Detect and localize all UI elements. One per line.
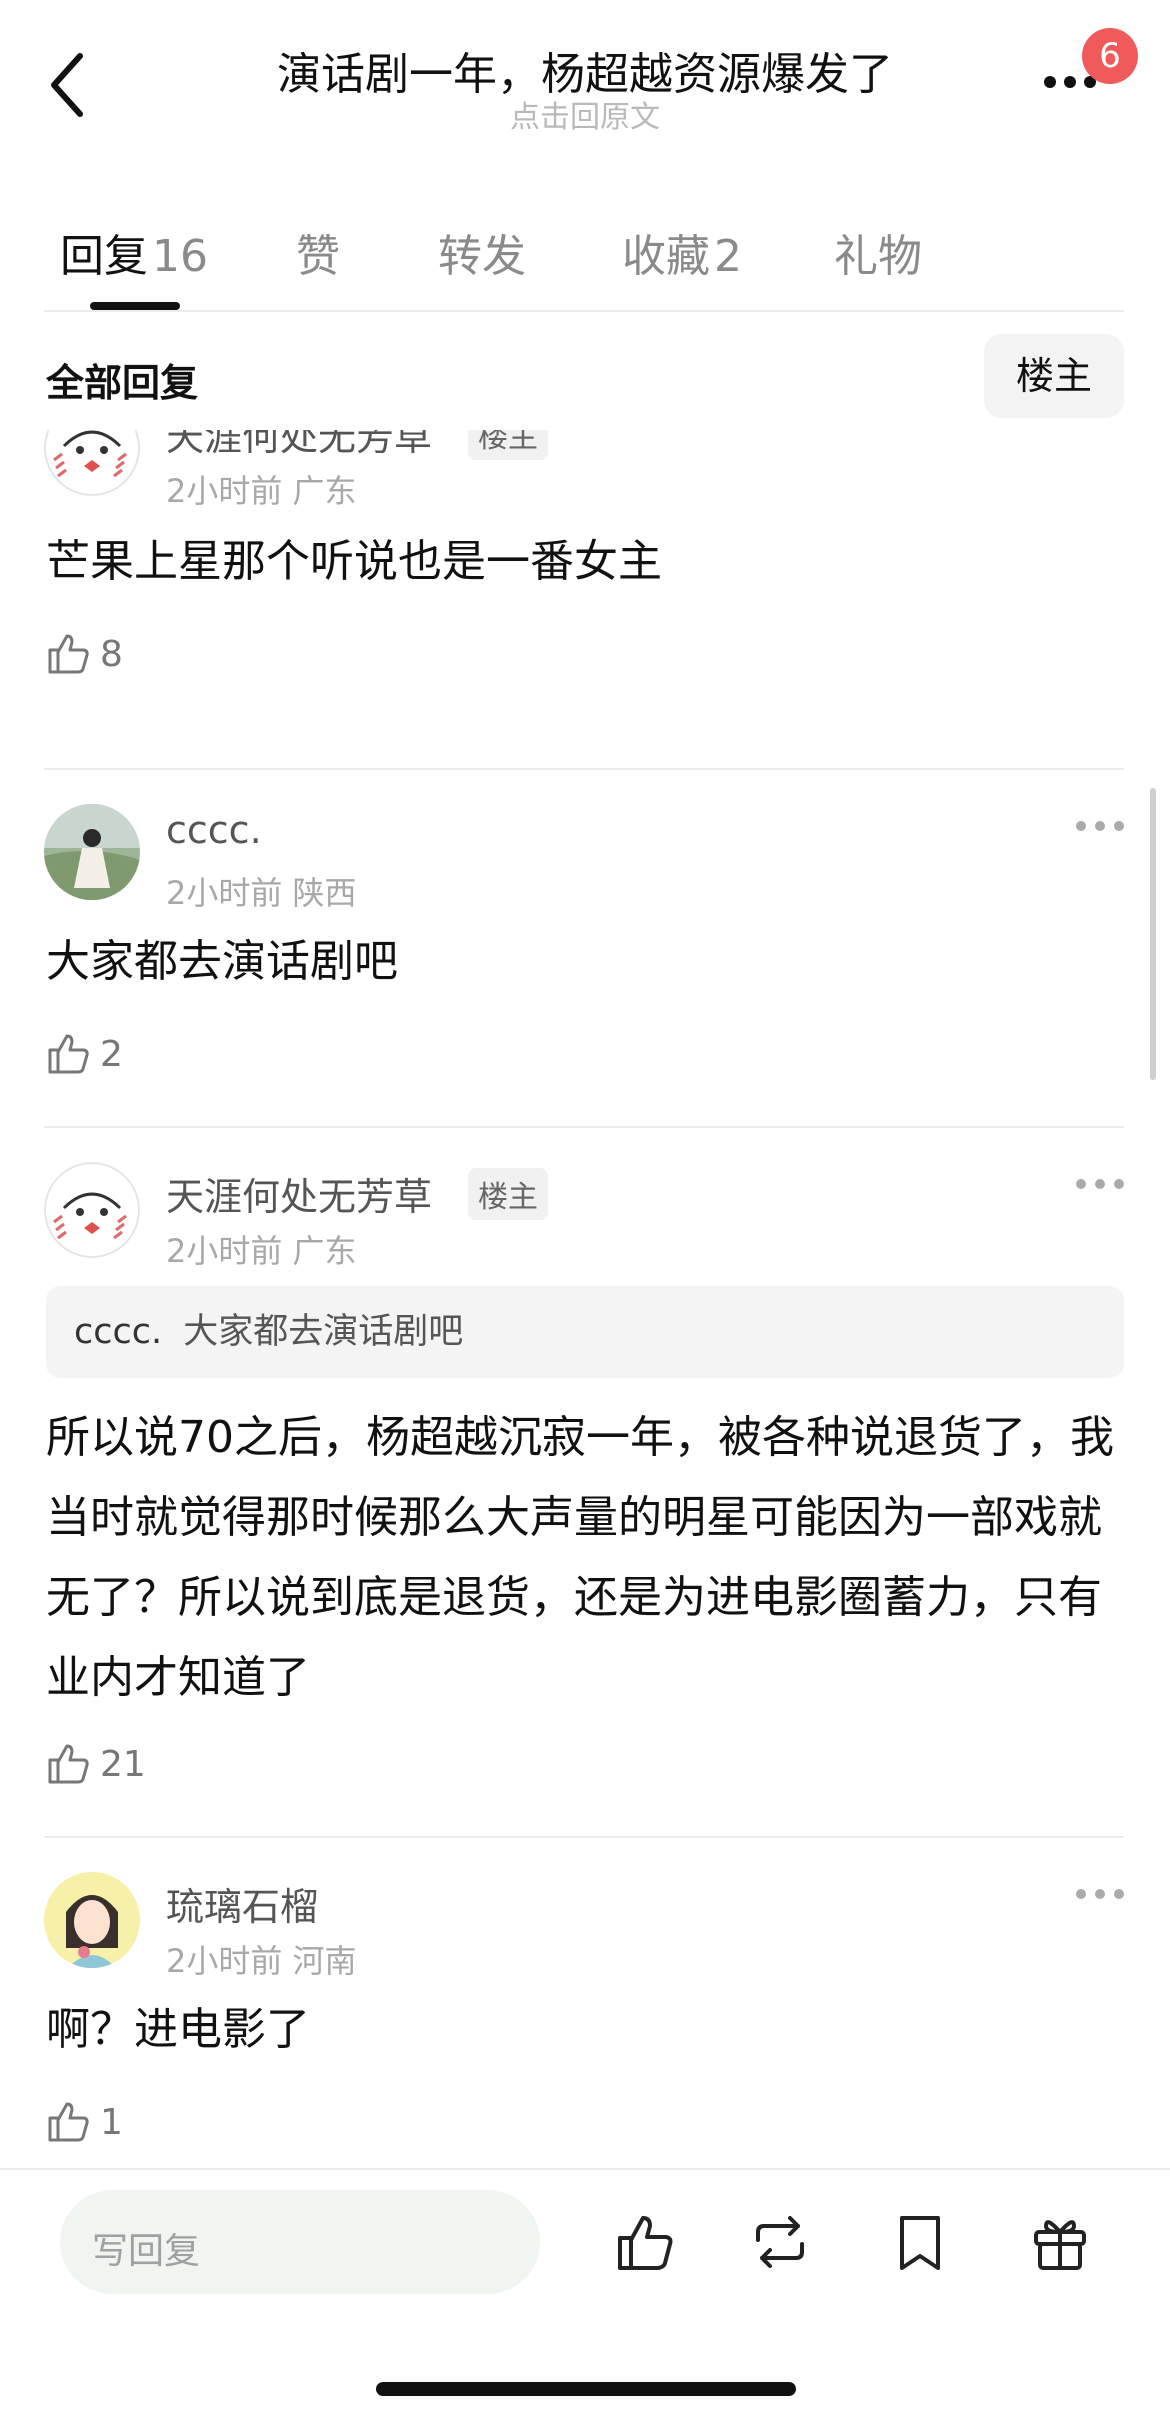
notification-badge: 6	[1082, 28, 1138, 84]
avatar[interactable]	[44, 804, 140, 900]
divider	[0, 2168, 1170, 2170]
comment-more-icon[interactable]	[1076, 1886, 1124, 1902]
reply-placeholder: 写回复	[92, 2231, 201, 2272]
comment-text: 所以说70之后，杨超越沉寂一年，被各种说退货了，我当时就觉得那时候那么大声量的明…	[46, 1412, 1114, 1703]
tab-favorites[interactable]: 收藏2	[622, 220, 742, 284]
comment-time: 2小时前	[166, 874, 283, 912]
owner-tag: 楼主	[468, 430, 548, 460]
owner-only-button[interactable]: 楼主	[984, 334, 1124, 418]
like-count: 1	[100, 2102, 123, 2143]
like-count: 2	[100, 1034, 123, 1075]
repost-icon[interactable]	[748, 2210, 812, 2274]
comment-location: 广东	[292, 472, 357, 510]
tab-replies[interactable]: 回复16	[60, 220, 208, 284]
tab-label: 收藏	[622, 231, 710, 282]
tab-reposts[interactable]: 转发	[438, 220, 526, 284]
like-icon	[48, 1744, 89, 1784]
comment-item: 天涯何处无芳草 楼主 2小时前 广东 芒果上星那个听说也是一番女主 8	[0, 430, 1170, 770]
comment-time: 2小时前	[166, 1232, 283, 1270]
like-button[interactable]: 2	[46, 1030, 123, 1090]
comment-location: 河南	[292, 1942, 357, 1980]
comment-item: 琉璃石榴 2小时前 河南 啊？进电影了 1	[0, 1838, 1170, 2165]
comment-meta: 2小时前 陕西	[166, 868, 357, 914]
comment-more-icon[interactable]	[1076, 818, 1124, 834]
like-icon	[48, 1034, 89, 1074]
comment-time: 2小时前	[166, 1942, 283, 1980]
divider	[44, 310, 1124, 312]
all-replies-heading: 全部回复	[46, 361, 199, 405]
username[interactable]: 天涯何处无芳草	[166, 1166, 432, 1221]
back-to-original-link[interactable]: 点击回原文	[0, 92, 1170, 136]
tab-gifts[interactable]: 礼物	[834, 220, 922, 284]
avatar[interactable]	[44, 1162, 140, 1258]
gift-icon[interactable]	[1028, 2210, 1092, 2274]
username[interactable]: 天涯何处无芳草	[166, 430, 432, 461]
like-icon[interactable]	[614, 2210, 678, 2274]
like-icon	[48, 2102, 89, 2142]
comment-text: 啊？进电影了	[46, 2004, 310, 2055]
tab-label: 转发	[438, 231, 526, 282]
avatar[interactable]	[44, 1872, 140, 1968]
comment-location: 陕西	[292, 874, 357, 912]
scrollbar[interactable]	[1150, 788, 1156, 1080]
home-indicator	[376, 2382, 796, 2396]
tab-label: 赞	[296, 231, 340, 282]
like-button[interactable]: 21	[46, 1740, 146, 1800]
cartoon-avatar-icon	[44, 430, 140, 496]
tab-bar: 回复16 赞 转发 收藏2 礼物	[0, 200, 1170, 310]
tab-likes[interactable]: 赞	[296, 220, 340, 284]
avatar[interactable]	[44, 430, 140, 496]
illustrated-avatar-icon	[44, 1872, 140, 1968]
comment-more-icon[interactable]	[1076, 430, 1124, 432]
comment-time: 2小时前	[166, 472, 283, 510]
comment-meta: 2小时前 河南	[166, 1936, 357, 1982]
comment-text: 芒果上星那个听说也是一番女主	[46, 536, 662, 587]
quoted-username: cccc.	[74, 1312, 163, 1352]
top-bar: 演话剧一年，杨超越资源爆发了 点击回原文 6	[0, 0, 1170, 160]
tab-count: 16	[152, 231, 208, 282]
like-button[interactable]: 8	[46, 630, 123, 690]
active-tab-indicator	[90, 302, 180, 310]
comment-meta: 2小时前 广东	[166, 1226, 357, 1272]
owner-tag: 楼主	[468, 1168, 548, 1220]
tab-count: 2	[714, 231, 742, 282]
quoted-reply[interactable]: cccc. 大家都去演话剧吧	[46, 1286, 1124, 1378]
tab-label: 礼物	[834, 231, 922, 282]
comment-list[interactable]: 天涯何处无芳草 楼主 2小时前 广东 芒果上星那个听说也是一番女主 8 cccc…	[0, 430, 1170, 2165]
bookmark-icon[interactable]	[888, 2210, 952, 2274]
cartoon-avatar-icon	[44, 1162, 140, 1258]
username[interactable]: 琉璃石榴	[166, 1876, 318, 1931]
quoted-text: 大家都去演话剧吧	[183, 1312, 464, 1352]
like-count: 21	[100, 1744, 146, 1785]
comment-item: cccc. 2小时前 陕西 大家都去演话剧吧 2	[0, 770, 1170, 1130]
like-button[interactable]: 1	[46, 2098, 123, 2158]
comment-text: 大家都去演话剧吧	[46, 936, 398, 987]
like-count: 8	[100, 634, 123, 675]
comment-more-icon[interactable]	[1076, 1176, 1124, 1192]
comment-meta: 2小时前 广东	[166, 466, 357, 512]
username[interactable]: cccc.	[166, 808, 262, 852]
like-icon	[48, 634, 89, 674]
photo-avatar-icon	[44, 804, 140, 900]
tab-label: 回复	[60, 231, 148, 282]
comment-location: 广东	[292, 1232, 357, 1270]
comment-item: 天涯何处无芳草 楼主 2小时前 广东 cccc. 大家都去演话剧吧 所以说70之…	[0, 1128, 1170, 1838]
